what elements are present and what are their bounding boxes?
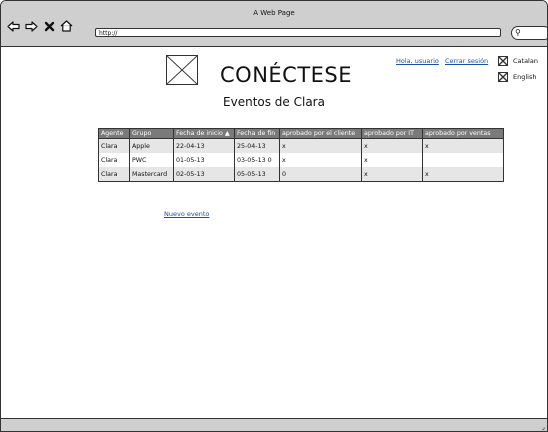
language-english[interactable]: English [498,72,536,82]
table-row[interactable]: Clara Mastercard 02-05-13 05-05-13 0 x x [98,167,504,182]
table-cell: x [279,138,362,153]
table-cell: x [361,138,423,153]
table-cell: Mastercard [129,167,174,182]
column-header[interactable]: Fecha de inicio ▲ [173,128,235,139]
language-label: Catalan [513,57,538,65]
table-cell: 25-04-13 [234,138,280,153]
home-icon[interactable] [59,19,73,33]
status-bar: ⌟ [1,418,547,431]
new-event-link[interactable]: Nuevo evento [164,210,209,218]
column-header[interactable]: Fecha de fin [234,128,280,139]
table-cell [422,153,504,167]
table-cell: 03-05-13 0 [234,153,280,167]
logout-link[interactable]: Cerrar sesión [445,57,488,65]
page-title: CONÉCTESE [220,63,353,87]
search-box[interactable]: ⚲ [511,26,547,40]
table-cell: 22-04-13 [173,138,235,153]
forward-arrow-icon[interactable] [24,19,38,33]
table-cell: x [279,153,362,167]
table-cell: x [422,138,504,153]
browser-window: A Web Page http:// ⚲ CONÉCTESE Eventos d… [0,0,548,432]
table-cell: 0 [279,167,362,182]
table-row[interactable]: Clara Apple 22-04-13 25-04-13 x x x [98,138,504,153]
image-placeholder-icon [498,56,508,66]
table-row[interactable]: Clara PWC 01-05-13 03-05-13 0 x x [98,153,504,167]
table-cell: 05-05-13 [234,167,280,182]
table-cell: Clara [98,167,130,182]
resize-grip-icon[interactable]: ⌟ [542,423,545,431]
table-cell: PWC [129,153,174,167]
column-header[interactable]: aprobado por IT [361,128,423,139]
close-icon[interactable] [43,19,55,33]
column-header[interactable]: aprobado por ventas [422,128,504,139]
logo-image-placeholder [166,55,198,85]
table-cell: x [422,167,504,182]
table-cell: Clara [98,138,130,153]
column-header[interactable]: Agente [98,128,130,139]
table-cell: x [361,153,423,167]
image-placeholder-icon [498,72,508,82]
table-cell: Apple [129,138,174,153]
language-label: English [513,73,537,81]
table-cell: 01-05-13 [173,153,235,167]
greeting-link[interactable]: Hola, usuario [396,57,439,65]
events-table: Agente Grupo Fecha de inicio ▲ Fecha de … [98,128,504,182]
language-catalan[interactable]: Catalan [498,56,538,66]
table-cell: 02-05-13 [173,167,235,182]
table-cell: x [361,167,423,182]
browser-chrome: A Web Page http:// ⚲ [1,1,547,47]
search-icon[interactable]: ⚲ [515,28,521,37]
address-bar[interactable]: http:// [95,28,501,37]
page-subtitle: Eventos de Clara [223,95,325,109]
back-arrow-icon[interactable] [6,19,20,33]
column-header[interactable]: aprobado por el cliente [279,128,362,139]
table-cell: Clara [98,153,130,167]
column-header[interactable]: Grupo [129,128,174,139]
table-header-row: Agente Grupo Fecha de inicio ▲ Fecha de … [98,128,504,139]
window-title: A Web Page [253,9,295,17]
